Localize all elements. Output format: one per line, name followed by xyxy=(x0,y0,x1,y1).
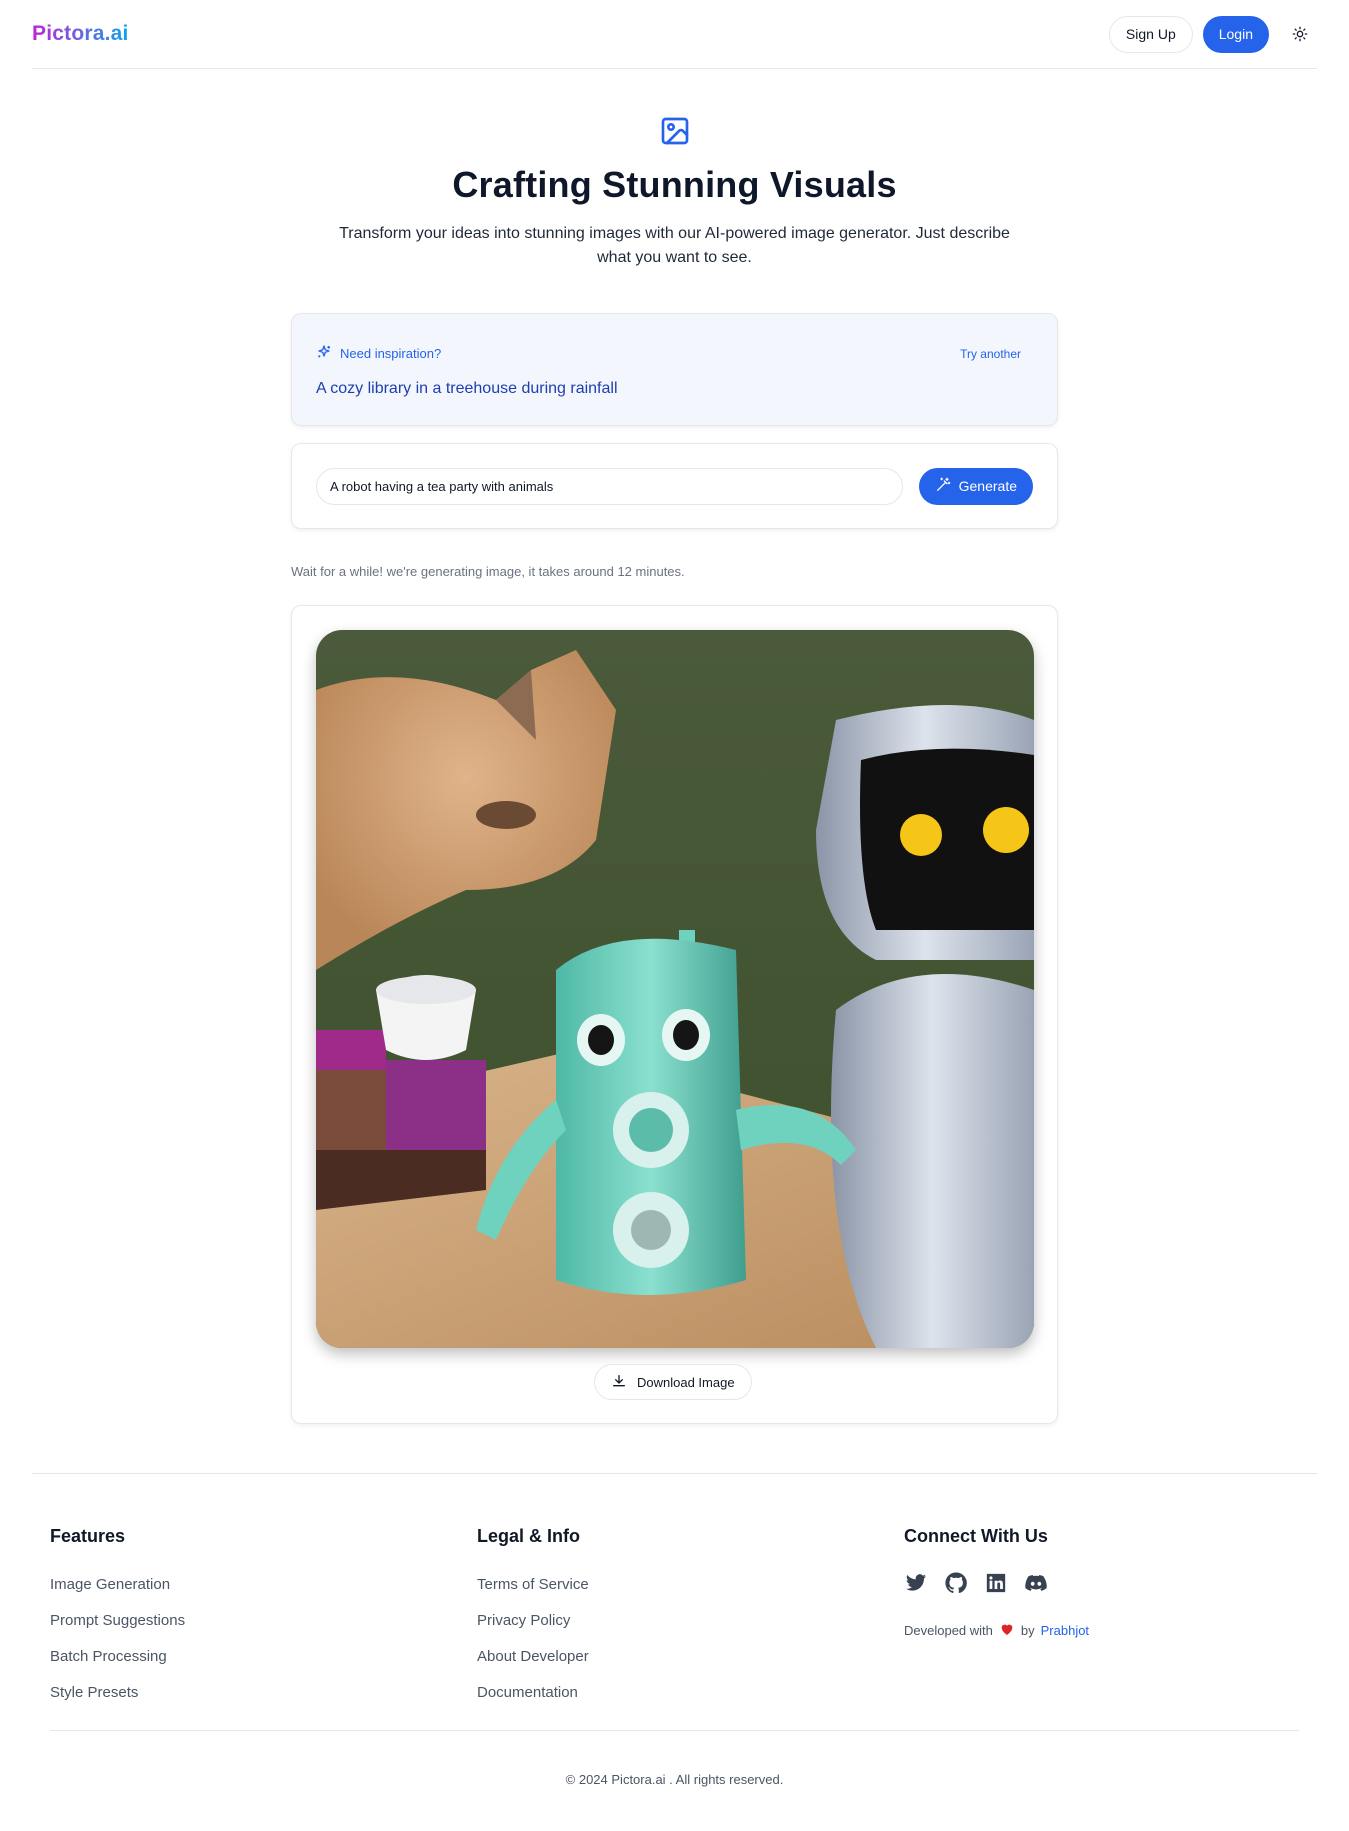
sparkles-icon xyxy=(316,344,332,363)
download-icon xyxy=(611,1373,627,1392)
footer-legal: Legal & Info Terms of Service Privacy Po… xyxy=(477,1526,589,1711)
inspiration-label: Need inspiration? xyxy=(340,346,442,361)
footer-features-title: Features xyxy=(50,1526,126,1546)
prompt-input[interactable] xyxy=(316,467,903,505)
generate-label: Generate xyxy=(958,478,1017,494)
footer-legal-title: Legal & Info xyxy=(477,1526,580,1546)
site-footer: Features Image Generation Prompt Suggest… xyxy=(32,1473,1317,1787)
try-another-button[interactable]: Try another xyxy=(960,347,1021,361)
footer-link-image-generation[interactable]: Image Generation xyxy=(50,1567,185,1603)
generate-button[interactable]: Generate xyxy=(918,467,1033,505)
page-title: Crafting Stunning Visuals xyxy=(452,164,897,205)
inspiration-card: Need inspiration? Try another A cozy lib… xyxy=(291,313,1058,426)
header-nav: Sign Up Login xyxy=(1108,15,1317,53)
result-card: Download Image xyxy=(291,605,1058,1424)
prompt-form: Generate xyxy=(291,443,1058,529)
logo[interactable]: Pictora.ai xyxy=(32,22,129,46)
inspiration-prompt[interactable]: A cozy library in a treehouse during rai… xyxy=(316,380,1033,398)
footer-link-privacy[interactable]: Privacy Policy xyxy=(477,1603,589,1639)
generated-image xyxy=(316,630,1034,1348)
download-label: Download Image xyxy=(637,1374,735,1390)
signup-button[interactable]: Sign Up xyxy=(1108,15,1193,53)
github-icon[interactable] xyxy=(944,1571,968,1595)
magic-wand-icon xyxy=(935,477,951,496)
heart-icon xyxy=(999,1621,1015,1640)
author-link[interactable]: Prabhjot xyxy=(1041,1623,1089,1638)
status-message: Wait for a while! we're generating image… xyxy=(291,564,685,579)
image-icon xyxy=(659,115,691,147)
footer-link-prompt-suggestions[interactable]: Prompt Suggestions xyxy=(50,1603,185,1639)
sun-icon[interactable] xyxy=(1283,17,1317,51)
site-header: Pictora.ai Sign Up Login xyxy=(32,0,1317,69)
copyright: © 2024 Pictora.ai . All rights reserved. xyxy=(565,1772,784,1787)
discord-icon[interactable] xyxy=(1024,1571,1048,1595)
footer-link-documentation[interactable]: Documentation xyxy=(477,1675,589,1711)
hero-section: Crafting Stunning Visuals Transform your… xyxy=(0,115,1349,270)
page-subtitle: Transform your ideas into stunning image… xyxy=(339,225,1010,266)
linkedin-icon[interactable] xyxy=(984,1571,1008,1595)
footer-link-about-developer[interactable]: About Developer xyxy=(477,1639,589,1675)
footer-divider xyxy=(50,1730,1299,1731)
footer-features: Features Image Generation Prompt Suggest… xyxy=(50,1526,185,1711)
download-button[interactable]: Download Image xyxy=(594,1364,752,1400)
developed-prefix: Developed with xyxy=(904,1623,993,1638)
developed-credit: Developed with by Prabhjot xyxy=(904,1621,1089,1640)
social-links xyxy=(904,1571,1089,1595)
footer-connect-title: Connect With Us xyxy=(904,1526,1048,1546)
twitter-icon[interactable] xyxy=(904,1571,928,1595)
footer-link-terms[interactable]: Terms of Service xyxy=(477,1567,589,1603)
footer-connect: Connect With Us Developed with by Prabhj… xyxy=(904,1526,1089,1640)
footer-link-batch-processing[interactable]: Batch Processing xyxy=(50,1639,185,1675)
developed-by: by xyxy=(1020,1623,1035,1638)
login-button[interactable]: Login xyxy=(1202,15,1269,53)
footer-link-style-presets[interactable]: Style Presets xyxy=(50,1675,185,1711)
